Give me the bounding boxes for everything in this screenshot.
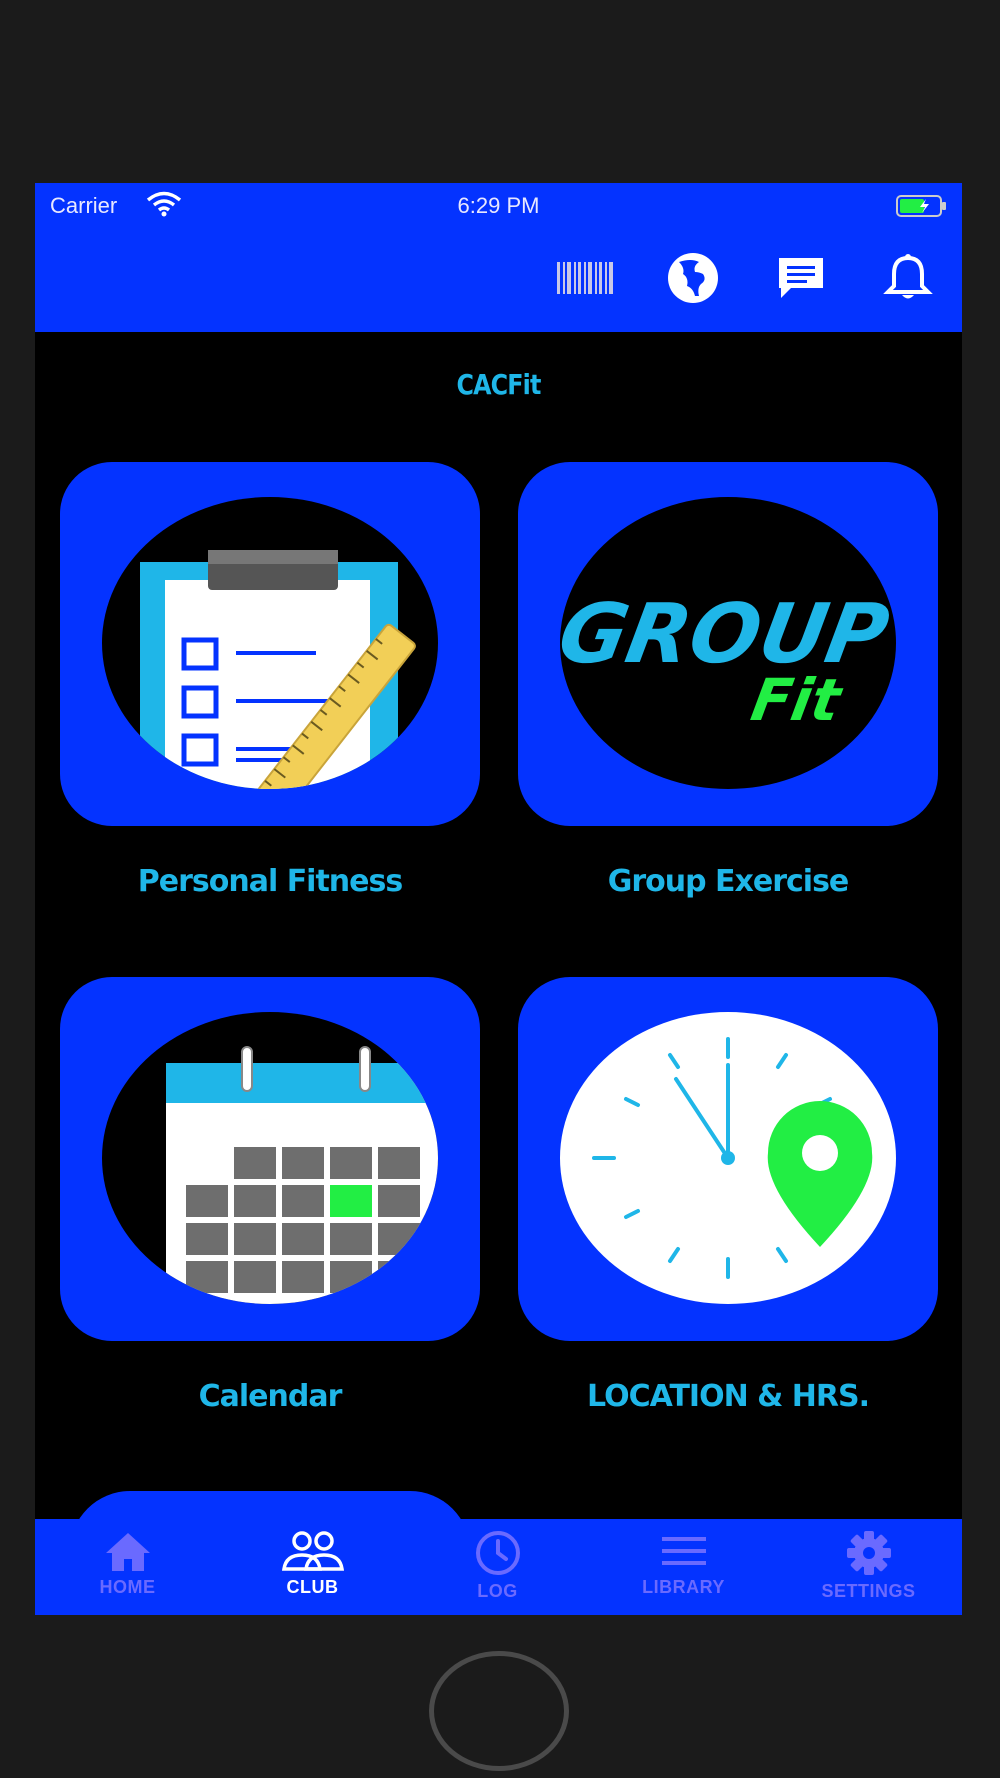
menu-lines-icon xyxy=(661,1537,706,1565)
clock-location-icon xyxy=(560,1012,896,1304)
tab-bar: HOME CLUB LOG LIBRARY SETTINGS xyxy=(35,1519,962,1615)
globe-icon[interactable] xyxy=(663,248,723,308)
location-hours-tile[interactable] xyxy=(518,977,938,1341)
tab-home[interactable]: HOME xyxy=(35,1519,220,1615)
barcode-icon[interactable] xyxy=(555,248,615,308)
message-icon[interactable] xyxy=(771,248,831,308)
tab-home-label: HOME xyxy=(99,1577,156,1597)
calendar-icon xyxy=(102,1012,438,1304)
app-title: CACFit xyxy=(456,368,541,401)
status-bar: Carrier 6:29 PM xyxy=(35,183,962,228)
location-hours-label[interactable]: LOCATION & HRS. xyxy=(518,1379,938,1414)
people-icon xyxy=(281,1531,344,1571)
group-exercise-tile[interactable]: GROUP Fit xyxy=(518,462,938,826)
tab-settings-label: SETTINGS xyxy=(821,1581,916,1601)
battery-icon xyxy=(896,194,948,223)
bell-icon[interactable] xyxy=(878,248,938,308)
nav-bar xyxy=(35,228,962,332)
personal-fitness-tile[interactable] xyxy=(60,462,480,826)
clock-icon xyxy=(475,1531,520,1575)
status-time: 6:29 PM xyxy=(457,193,540,218)
gear-icon xyxy=(846,1531,891,1575)
calendar-tile[interactable] xyxy=(60,977,480,1341)
clipboard-ruler-icon xyxy=(102,497,438,789)
app-screen: Carrier 6:29 PM CACFit Personal Fitness … xyxy=(35,183,962,1615)
home-hardware-button[interactable] xyxy=(429,1651,569,1771)
tab-log-label: LOG xyxy=(477,1581,518,1601)
tab-club-label: CLUB xyxy=(286,1577,339,1597)
tab-library-label: LIBRARY xyxy=(642,1577,725,1597)
group-fit-logo: GROUP Fit xyxy=(552,497,896,789)
group-fit-logo-subtext: Fit xyxy=(746,666,847,733)
home-icon xyxy=(105,1533,150,1571)
calendar-label[interactable]: Calendar xyxy=(60,1379,480,1414)
phone-frame: Carrier 6:29 PM CACFit Personal Fitness … xyxy=(0,0,1000,1778)
personal-fitness-label[interactable]: Personal Fitness xyxy=(60,864,480,899)
tab-log[interactable]: LOG xyxy=(405,1519,590,1615)
tab-club[interactable]: CLUB xyxy=(220,1519,405,1615)
tab-library[interactable]: LIBRARY xyxy=(591,1519,776,1615)
tab-settings[interactable]: SETTINGS xyxy=(776,1519,961,1615)
group-exercise-label[interactable]: Group Exercise xyxy=(518,864,938,899)
